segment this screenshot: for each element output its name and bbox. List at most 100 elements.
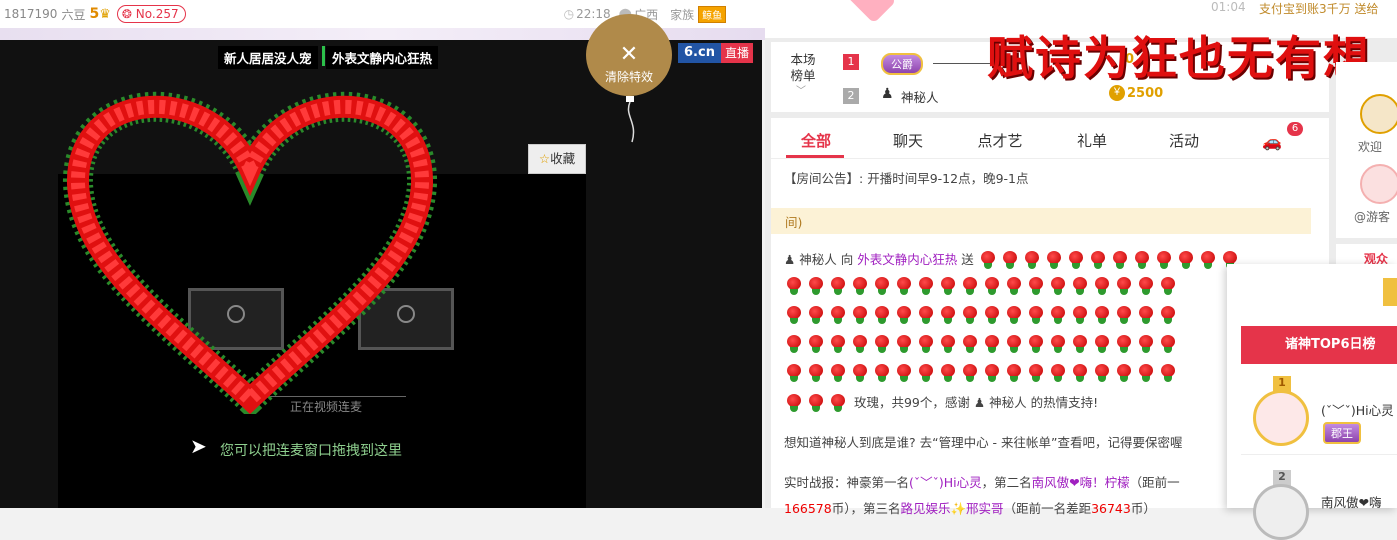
- avatar[interactable]: [1253, 484, 1309, 540]
- rose-icon: [828, 393, 848, 413]
- rose-icon: [938, 334, 958, 354]
- tab-all[interactable]: 全部: [792, 130, 840, 151]
- rose-icon: [1048, 305, 1068, 325]
- battle-line2-b: （距前一名差距: [1003, 501, 1092, 516]
- heart-gift-effect: [62, 91, 438, 414]
- rose-icon: [1070, 276, 1090, 296]
- rose-icon: [938, 305, 958, 325]
- rose-icon: [1004, 276, 1024, 296]
- tab-talent[interactable]: 点才艺: [970, 130, 1030, 151]
- rose-icon: [1092, 363, 1112, 383]
- rose-icon: [916, 276, 936, 296]
- rose-icon: [872, 334, 892, 354]
- tab-chat[interactable]: 聊天: [884, 130, 932, 151]
- video-stage: 正在视频连麦 ➤ 您可以把连麦窗口拖拽到这里 新人居居没人宠 外表文静内心狂热 …: [0, 14, 762, 508]
- live-time: 22:18: [576, 7, 611, 21]
- tab-activity[interactable]: 活动: [1160, 130, 1208, 151]
- currency-label: 六豆: [61, 7, 86, 22]
- battle-prefix: 实时战报：神豪第一名: [784, 475, 910, 490]
- top6-popup: 诸神TOP6日榜 1 (ˇ﹀ˇ)Hi心灵 郡王 2 南风傲❤嗨: [1227, 264, 1397, 540]
- gift-banner: 赋诗为狂也无有想: [987, 31, 1371, 85]
- row2-name: 神秘人: [901, 90, 939, 105]
- rose-icon: [960, 276, 980, 296]
- crown-icon: ♛: [99, 6, 111, 22]
- gift-receiver[interactable]: 外表文静内心狂热: [857, 252, 957, 267]
- battle-mid: ，第二名: [981, 475, 1032, 490]
- avatar[interactable]: [1360, 94, 1397, 134]
- rose-icon: [828, 363, 848, 383]
- trophy-icon: [1383, 278, 1397, 306]
- favorite-label: 收藏: [550, 151, 576, 166]
- rose-icon: [1000, 250, 1020, 270]
- cursor-icon: ➤: [190, 434, 207, 458]
- level-number: 5: [89, 6, 100, 22]
- rose-icon: [1026, 363, 1046, 383]
- rose-icon: [916, 305, 936, 325]
- rose-icon: [828, 276, 848, 296]
- rose-icon: [982, 305, 1002, 325]
- chevron-down-icon[interactable]: ﹀: [796, 82, 806, 97]
- host-tag-2: 外表文静内心狂热: [326, 46, 439, 69]
- rose-icon: [982, 334, 1002, 354]
- rose-icon: [978, 250, 998, 270]
- mystery-man-icon: ♟: [973, 395, 986, 410]
- rose-icon: [850, 363, 870, 383]
- alipay-marquee: 支付宝到账3千万 送给: [1259, 2, 1379, 16]
- rose-icon: [938, 363, 958, 383]
- battle-line2-c: 币）: [1130, 501, 1156, 516]
- rose-icon: [1114, 305, 1134, 325]
- welcome-text: 欢迎: [1358, 140, 1383, 154]
- rose-icon: [850, 305, 870, 325]
- rose-icon: [1092, 305, 1112, 325]
- battle-third[interactable]: 路见娱乐✨邢实哥: [900, 501, 1003, 516]
- battle-gap-2: 36743: [1091, 501, 1131, 516]
- gift-sender[interactable]: 神秘人: [799, 252, 837, 267]
- rose-icon: [1026, 334, 1046, 354]
- rose-icon: [1158, 334, 1178, 354]
- flame-icon: ❂: [121, 7, 132, 21]
- entry2-name[interactable]: 南风傲❤嗨: [1321, 492, 1381, 511]
- host-tag-1: 新人居居没人宠: [218, 46, 318, 69]
- prince-badge: 郡王: [1323, 422, 1361, 444]
- side-column: 欢迎 @游客: [1336, 62, 1397, 238]
- rose-icon: [1088, 250, 1108, 270]
- gift-to: 向: [840, 252, 854, 267]
- rose-icon: [806, 393, 826, 413]
- top6-tab[interactable]: 诸神TOP6日榜: [1241, 326, 1397, 364]
- battle-second[interactable]: 南风傲❤嗨！柠檬: [1032, 475, 1130, 490]
- car-icon[interactable]: 🚗: [1262, 132, 1282, 151]
- notice-text: 开播时间早9-12点，晚9-1点: [867, 171, 1029, 186]
- rank-badge[interactable]: ❂ No.257: [116, 5, 186, 23]
- rose-grid: [784, 276, 1234, 392]
- rose-icon: [784, 334, 804, 354]
- tab-gift-list[interactable]: 礼单: [1068, 130, 1116, 151]
- clear-effects-button[interactable]: ✕ 清除特效: [586, 14, 672, 96]
- rose-icon: [982, 276, 1002, 296]
- gift-send-word: 送: [961, 252, 974, 267]
- divider: [1241, 454, 1397, 455]
- rose-icon: [1158, 276, 1178, 296]
- guest-text: @游客: [1354, 210, 1391, 224]
- rank-badge-text: No.257: [135, 7, 179, 21]
- avatar[interactable]: [1253, 390, 1309, 446]
- coin-icon: ￥: [1109, 85, 1125, 101]
- battle-first[interactable]: (ˇ﹀ˇ)Hi心灵: [909, 475, 982, 490]
- rose-icon: [1114, 334, 1134, 354]
- rose-icon: [894, 276, 914, 296]
- rose-icon: [916, 363, 936, 383]
- live-badge: 直播: [720, 43, 753, 63]
- favorite-button[interactable]: ☆收藏: [528, 144, 586, 174]
- rose-icon: [894, 334, 914, 354]
- gift-thanks-name[interactable]: 神秘人: [989, 395, 1027, 410]
- rose-icon: [960, 363, 980, 383]
- family-badge[interactable]: 鲸鱼: [698, 5, 727, 23]
- rose-icon: [1132, 250, 1152, 270]
- rose-icon: [872, 363, 892, 383]
- entry1-name[interactable]: (ˇ﹀ˇ)Hi心灵: [1321, 400, 1394, 419]
- yellow-notice-text: 间): [785, 215, 803, 230]
- rose-icon: [784, 276, 804, 296]
- guest-avatar[interactable]: [1360, 164, 1397, 204]
- rose-icon: [1044, 250, 1064, 270]
- rose-icon: [1092, 276, 1112, 296]
- rose-icon: [850, 276, 870, 296]
